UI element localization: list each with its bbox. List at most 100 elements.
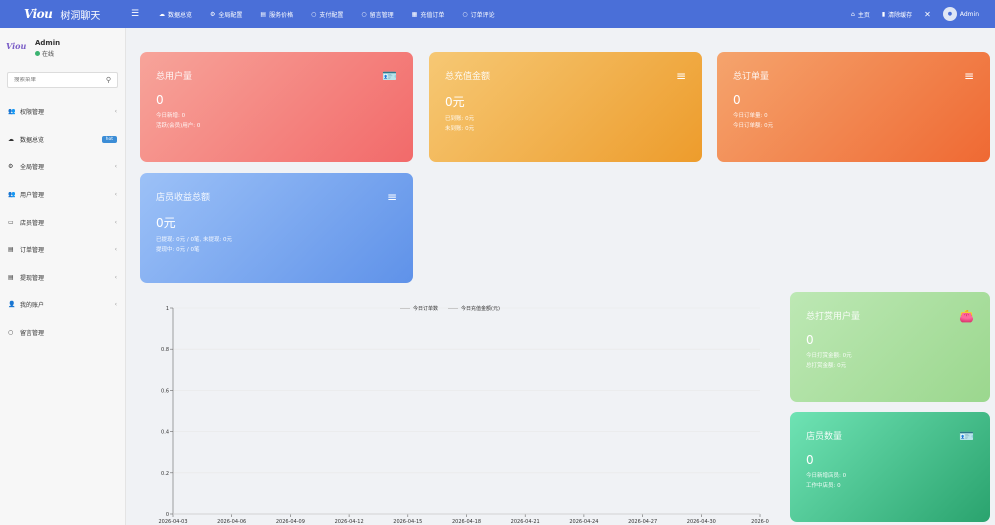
stat-card-total-orders: 总订单量 0 今日订单量: 0 今日订单额: 0元 ≡ bbox=[717, 52, 990, 162]
user-menu[interactable]: ● Admin bbox=[937, 7, 985, 21]
card-sub-line: 总打赏金额: 0元 bbox=[806, 363, 847, 369]
sidebar-item-label: 提现管理 bbox=[20, 274, 45, 282]
card-value: 0元 bbox=[445, 95, 465, 109]
clear-cache-label: 清除缓存 bbox=[888, 11, 913, 19]
card-value: 0 bbox=[156, 93, 164, 107]
brand[interactable]: Viou 树洞聊天 bbox=[0, 0, 126, 28]
chevron-left-icon: ‹ bbox=[114, 108, 117, 116]
database-icon: ≡ bbox=[386, 190, 397, 204]
x-tick-label: 2026-04-30 bbox=[687, 519, 716, 525]
card-sub: 今日打赏金额: 0元 总打赏金额: 0元 bbox=[806, 351, 974, 371]
x-tick-label: 2026-04-06 bbox=[217, 519, 246, 525]
sidebar: Viou Admin 在线 ⚲ 👥 权限管理 ‹ ☁ 数据总览 hot ⚙ 全局管理 ‹ 👥… bbox=[0, 28, 126, 525]
money-bag-icon: 👛 bbox=[959, 309, 974, 323]
chevron-left-icon: ‹ bbox=[114, 273, 117, 281]
hot-badge: hot bbox=[101, 135, 117, 143]
nav-label: 留言管理 bbox=[369, 11, 394, 19]
home-label: 主页 bbox=[857, 11, 870, 19]
database-icon: ≡ bbox=[675, 69, 686, 83]
nav-data-overview[interactable]: ☁ 数据总览 bbox=[150, 0, 201, 28]
sidebar-item-staff[interactable]: ▭ 店员管理 ‹ bbox=[0, 208, 125, 236]
chevron-left-icon: ‹ bbox=[114, 218, 117, 226]
online-dot-icon bbox=[35, 50, 40, 56]
card-sub-line: 今日打赏金额: 0元 bbox=[806, 353, 852, 359]
user-name-label: Admin bbox=[959, 10, 979, 18]
home-icon: ⌂ bbox=[851, 10, 855, 18]
card-sub-line: 已提现: 0元 / 0笔, 未提现: 0元 bbox=[156, 237, 233, 243]
sidebar-item-label: 权限管理 bbox=[20, 109, 45, 117]
user-icon: 👤 bbox=[8, 301, 16, 309]
sidebar-item-global[interactable]: ⚙ 全局管理 ‹ bbox=[0, 153, 125, 181]
card-title: 店员数量 bbox=[806, 432, 843, 442]
user-avatar-logo: Viou bbox=[6, 41, 27, 51]
card-value: 0 bbox=[806, 333, 814, 347]
file-icon: ▦ bbox=[411, 10, 418, 18]
card-sub-line: 已到账: 0元 bbox=[445, 116, 475, 122]
nav-service-price[interactable]: ▤ 服务价格 bbox=[251, 0, 302, 28]
stat-card-total-users: 总用户量 0 今日新增: 0 活跃(会员)用户: 0 🪪 bbox=[140, 52, 413, 162]
sidebar-item-data-overview[interactable]: ☁ 数据总览 hot bbox=[0, 126, 125, 154]
top-navbar: Viou 树洞聊天 ☰ ☁ 数据总览 ⚙ 全局配置 ▤ 服务价格 ○ 支付配置 ○ 留言管… bbox=[0, 0, 995, 28]
list-icon: ▤ bbox=[260, 10, 267, 18]
nav-global-config[interactable]: ⚙ 全局配置 bbox=[201, 0, 251, 28]
id-card-icon: ▭ bbox=[8, 218, 14, 226]
card-sub-line: 今日新增: 0 bbox=[156, 113, 186, 119]
sidebar-user-name: Admin bbox=[35, 38, 61, 47]
x-tick-label: 2026-0 bbox=[751, 519, 769, 525]
avatar: ● bbox=[942, 7, 957, 21]
file-icon: ▤ bbox=[8, 246, 14, 254]
sidebar-item-label: 我的账户 bbox=[20, 302, 45, 310]
search-icon[interactable]: ⚲ bbox=[106, 76, 111, 84]
chevron-left-icon: ‹ bbox=[114, 191, 117, 199]
sidebar-item-users[interactable]: 👥 用户管理 ‹ bbox=[0, 181, 125, 209]
clear-cache-button[interactable]: ▮ 清除缓存 bbox=[876, 10, 918, 19]
card-title: 店员收益总额 bbox=[156, 193, 211, 203]
nav-recharge-orders[interactable]: ▦ 充值订单 bbox=[403, 0, 454, 28]
nav-message-manage[interactable]: ○ 留言管理 bbox=[352, 0, 402, 28]
chevron-left-icon: ‹ bbox=[114, 246, 117, 254]
top-nav: ☁ 数据总览 ⚙ 全局配置 ▤ 服务价格 ○ 支付配置 ○ 留言管理 ▦ 充值订单 ○ 订单评… bbox=[150, 0, 504, 28]
card-title: 总用户量 bbox=[156, 72, 193, 82]
card-value: 0 bbox=[733, 93, 741, 107]
users-icon: 👥 bbox=[8, 108, 16, 116]
file-icon: ▤ bbox=[8, 273, 14, 281]
fullscreen-button[interactable]: ✕ bbox=[918, 10, 937, 19]
legend-item[interactable]: 今日充值金额(元) bbox=[448, 305, 500, 312]
sidebar-item-orders[interactable]: ▤ 订单管理 ‹ bbox=[0, 236, 125, 264]
legend-item[interactable]: 今日订单数 bbox=[400, 305, 438, 312]
nav-order-comments[interactable]: ○ 订单评论 bbox=[453, 0, 503, 28]
user-panel: Viou Admin 在线 bbox=[0, 32, 125, 64]
chevron-left-icon: ‹ bbox=[114, 163, 117, 171]
menu-icon[interactable]: ☰ bbox=[126, 9, 144, 19]
search-input[interactable] bbox=[14, 77, 104, 83]
nav-label: 服务价格 bbox=[269, 11, 294, 19]
x-tick-label: 2026-04-09 bbox=[276, 519, 305, 525]
card-sub: 今日订单量: 0 今日订单额: 0元 bbox=[733, 111, 974, 131]
gears-icon: ⚙ bbox=[8, 163, 14, 171]
id-card-icon: 🪪 bbox=[382, 69, 397, 83]
x-tick-label: 2026-04-15 bbox=[393, 519, 422, 525]
sidebar-item-permissions[interactable]: 👥 权限管理 ‹ bbox=[0, 98, 125, 126]
card-value: 0 bbox=[806, 453, 814, 467]
legend-swatch bbox=[400, 308, 410, 309]
nav-payment-config[interactable]: ○ 支付配置 bbox=[302, 0, 352, 28]
y-tick-label: 1 bbox=[166, 306, 169, 312]
card-sub-line: 今日订单额: 0元 bbox=[733, 123, 774, 129]
legend-swatch bbox=[448, 308, 459, 309]
card-title: 总订单量 bbox=[733, 72, 770, 82]
id-card-icon: 🪪 bbox=[959, 429, 974, 443]
chart-svg: 0 0.2 0.4 0.6 0.8 1 2026-04-03 2026-04-06 2026-0… bbox=[158, 306, 769, 525]
stat-card-tip-users: 总打赏用户量 0 今日打赏金额: 0元 总打赏金额: 0元 👛 bbox=[790, 292, 990, 402]
sidebar-item-my-account[interactable]: 👤 我的账户 ‹ bbox=[0, 291, 125, 319]
sidebar-item-withdraw[interactable]: ▤ 提现管理 ‹ bbox=[0, 264, 125, 292]
brand-name: 树洞聊天 bbox=[60, 10, 101, 22]
status-label: 在线 bbox=[42, 50, 55, 58]
y-tick-label: 0.6 bbox=[161, 388, 169, 394]
cloud-icon: ☁ bbox=[159, 10, 165, 18]
fullscreen-icon: ✕ bbox=[924, 9, 931, 19]
sidebar-item-label: 店员管理 bbox=[20, 219, 45, 227]
gear-icon: ⚙ bbox=[210, 10, 216, 18]
sidebar-item-messages[interactable]: ○ 留言管理 bbox=[0, 319, 125, 347]
home-link[interactable]: ⌂ 主页 bbox=[845, 10, 876, 19]
card-value: 0元 bbox=[156, 216, 176, 230]
